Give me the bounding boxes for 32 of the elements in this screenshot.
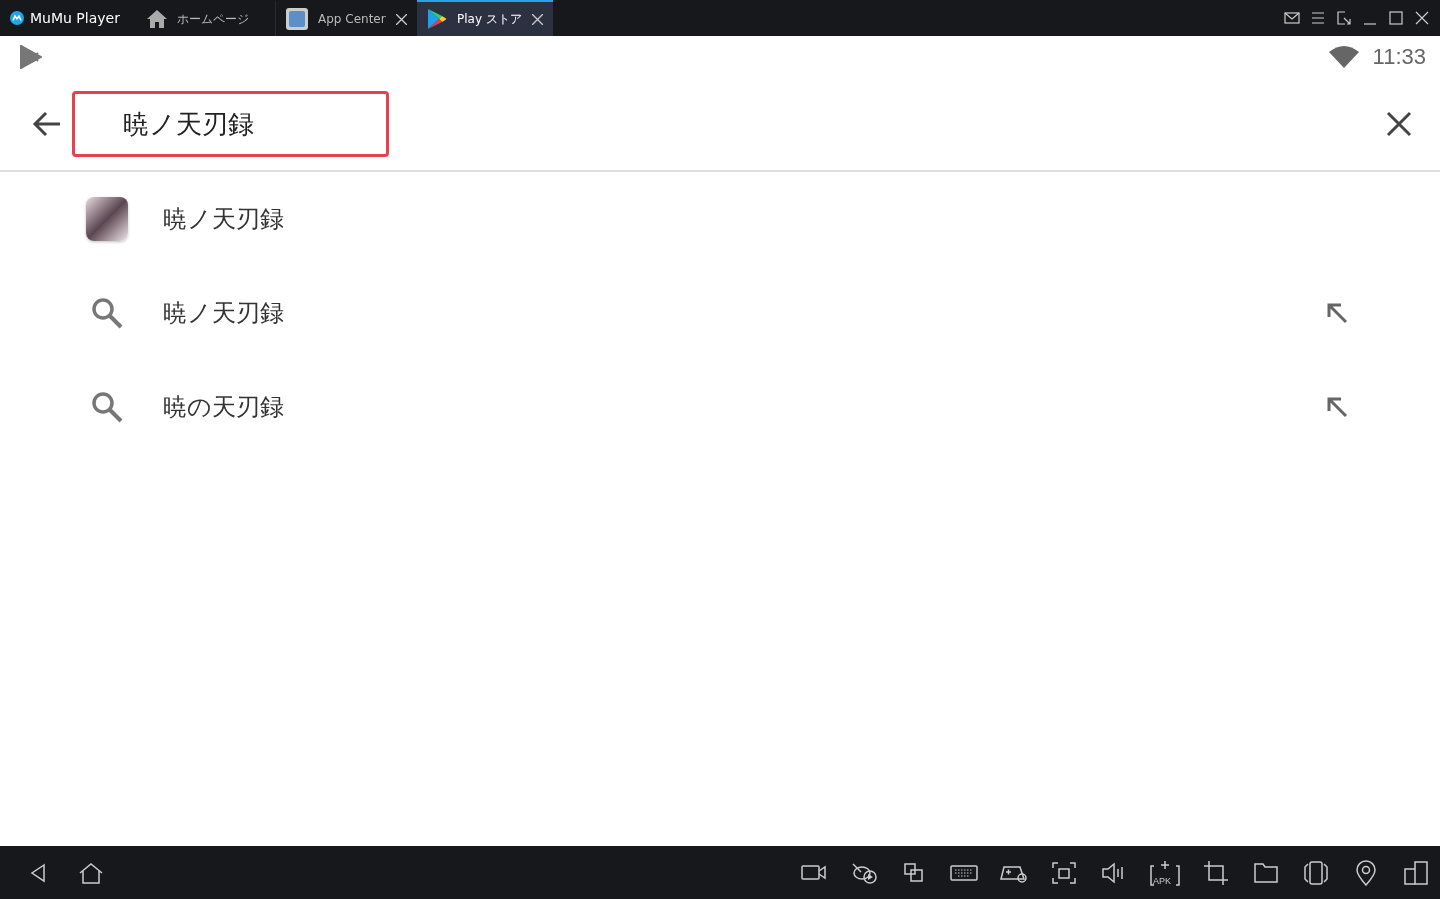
close-icon[interactable] — [1414, 10, 1430, 26]
home-icon[interactable] — [78, 861, 104, 884]
app-thumbnail — [86, 197, 128, 241]
maximize-icon[interactable] — [1388, 10, 1404, 26]
clock-time: 11:33 — [1372, 44, 1426, 70]
resize-icon[interactable] — [1336, 10, 1352, 26]
search-icon — [91, 391, 123, 423]
clear-icon[interactable] — [1386, 111, 1412, 137]
play-store-icon — [20, 45, 42, 69]
close-icon[interactable] — [531, 13, 543, 25]
fill-query-arrow-icon[interactable] — [1326, 396, 1348, 418]
app-name: MuMu Player — [30, 10, 120, 26]
fill-query-arrow-icon[interactable] — [1326, 302, 1348, 324]
search-icon — [91, 297, 123, 329]
home-icon — [147, 10, 167, 28]
wifi-icon — [1328, 46, 1359, 68]
search-field[interactable]: 暁ノ天刃録 — [72, 91, 389, 157]
phone-rotate-icon[interactable] — [1302, 858, 1330, 887]
tab[interactable]: ホームページ — [135, 0, 275, 36]
crop-icon[interactable] — [1202, 858, 1230, 887]
tab[interactable]: App Center — [275, 0, 417, 36]
play-triangle-icon — [427, 8, 447, 30]
close-icon[interactable] — [396, 13, 407, 25]
logo-icon — [10, 11, 24, 25]
tab[interactable]: Play ストア — [417, 0, 553, 36]
back-icon[interactable] — [28, 861, 48, 884]
apk-install-button[interactable]: APK — [1150, 859, 1180, 886]
back-arrow-icon[interactable] — [32, 111, 62, 137]
mail-icon[interactable] — [1284, 10, 1300, 26]
menu-icon[interactable] — [1310, 10, 1326, 26]
device-size-icon[interactable] — [1402, 858, 1430, 887]
app-tile-icon — [286, 8, 308, 30]
